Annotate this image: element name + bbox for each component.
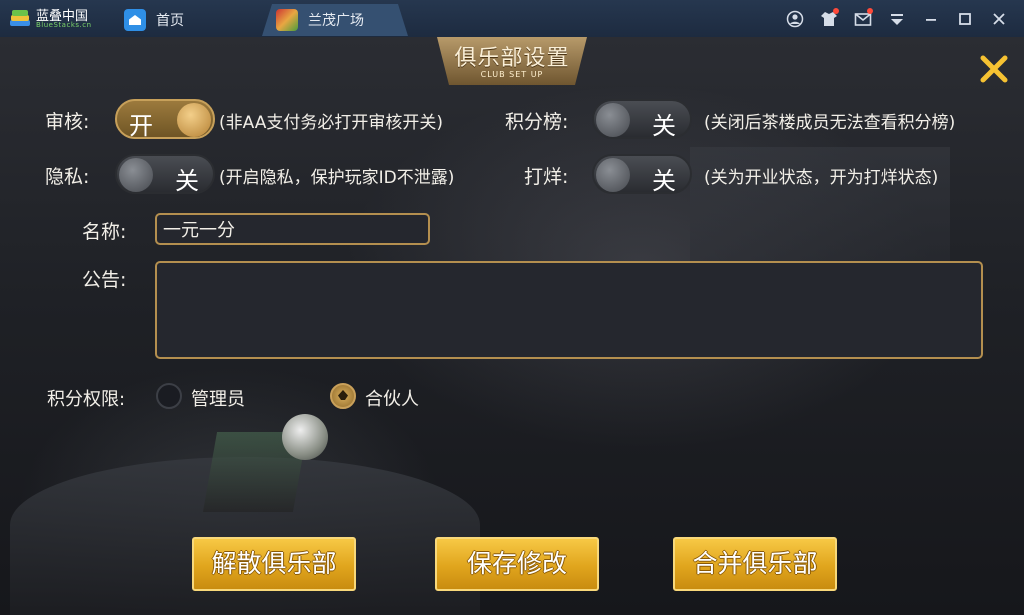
dialog-title: 俱乐部设置 [454,46,570,71]
game-app-icon [276,9,298,31]
tab-game[interactable]: 兰茂广场 [262,4,408,36]
game-viewport: 俱乐部设置 CLUB SET UP 审核: 开 (非AA支付务必打开审核开关) … [0,37,1024,615]
menu-down-icon[interactable] [880,8,914,30]
notification-dot [833,8,839,14]
bluestacks-logo-icon [10,10,30,26]
name-label: 名称: [82,221,127,243]
toggle-knob [119,158,153,192]
shirt-icon[interactable] [812,8,846,30]
leaderboard-toggle[interactable]: 关 [592,99,692,140]
notice-textarea[interactable] [155,261,983,359]
dialog-title-banner: 俱乐部设置 CLUB SET UP [437,37,587,85]
score-permission-label: 积分权限: [47,389,126,410]
closing-hint: (关为开业状态，开为打烊状态) [704,168,939,188]
notification-dot [867,8,873,14]
closing-label: 打烊: [524,166,569,188]
leaderboard-toggle-state: 关 [652,112,676,140]
merge-club-button[interactable]: 合并俱乐部 [673,537,837,591]
review-label: 审核: [45,111,90,133]
notice-label: 公告: [82,269,127,291]
tab-home-label: 首页 [156,13,184,29]
leaderboard-label: 积分榜: [505,111,569,133]
privacy-label: 隐私: [45,166,90,188]
background-ornament [282,414,328,460]
minimize-icon[interactable] [914,8,948,30]
toggle-knob [596,158,630,192]
radio-partner-label: 合伙人 [365,389,419,410]
leaderboard-hint: (关闭后茶楼成员无法查看积分榜) [704,113,956,133]
tab-home[interactable]: 首页 [116,4,266,36]
close-x-icon[interactable] [978,53,1010,85]
radio-admin-label: 管理员 [191,389,245,410]
privacy-toggle-state: 关 [175,167,199,195]
logo-subtext: BlueStacks.cn [36,21,92,29]
review-hint: (非AA支付务必打开审核开关) [219,113,443,133]
closing-toggle-state: 关 [652,167,676,195]
closing-toggle[interactable]: 关 [592,154,692,195]
privacy-hint: (开启隐私，保护玩家ID不泄露) [219,168,455,188]
save-changes-button[interactable]: 保存修改 [435,537,599,591]
club-name-input[interactable] [155,213,430,245]
tab-game-label: 兰茂广场 [308,13,364,29]
toggle-knob [177,103,211,137]
maximize-icon[interactable] [948,8,982,30]
close-icon[interactable] [982,8,1016,30]
toggle-knob [596,103,630,137]
mail-icon[interactable] [846,8,880,30]
review-toggle-state: 开 [129,112,153,140]
review-toggle[interactable]: 开 [115,99,215,140]
privacy-toggle[interactable]: 关 [115,154,215,195]
window-title-bar: 蓝叠中国 BlueStacks.cn 首页 兰茂广场 [0,0,1024,37]
account-icon[interactable] [778,8,812,30]
dissolve-club-button[interactable]: 解散俱乐部 [192,537,356,591]
home-icon [124,9,146,31]
radio-admin[interactable] [156,383,182,409]
radio-partner[interactable] [330,383,356,409]
